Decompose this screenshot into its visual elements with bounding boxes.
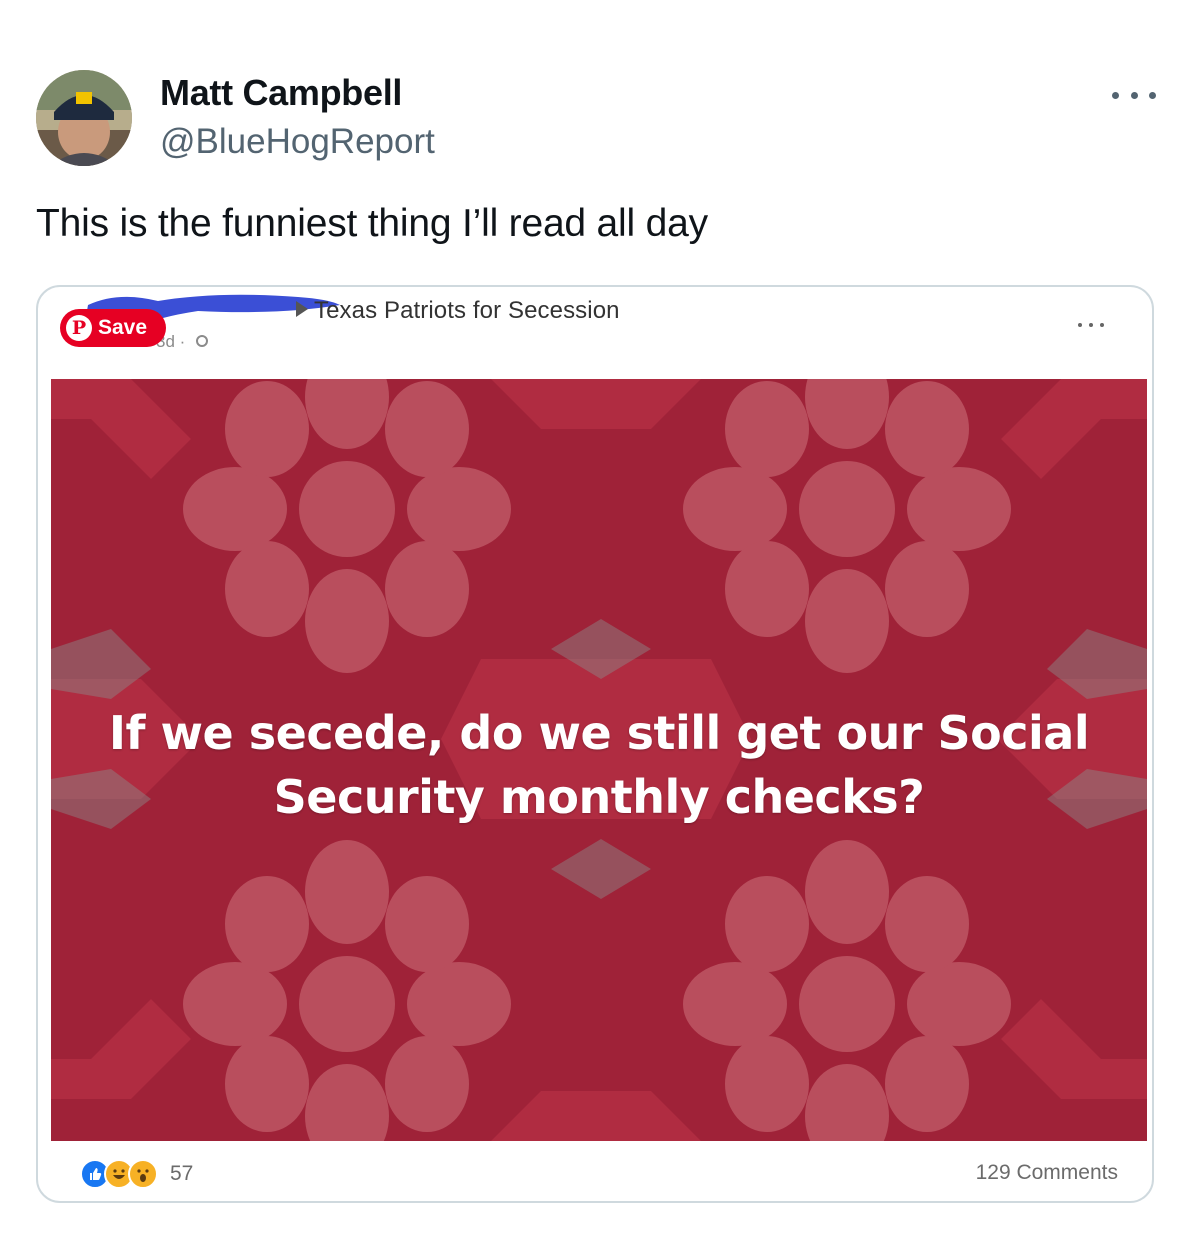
media-card[interactable]: Texas Patriots for Secession 3d · P Save — [36, 285, 1154, 1203]
image-caption-line-1: If we secede, do we still get our Social — [108, 706, 1090, 760]
more-options-button[interactable] — [1112, 80, 1156, 110]
post-image[interactable]: If we secede, do we still get our Social… — [51, 379, 1147, 1141]
image-caption-line-2: Security monthly checks? — [273, 770, 925, 824]
pinterest-icon: P — [66, 315, 92, 341]
author-handle[interactable]: @BlueHogReport — [160, 122, 435, 162]
image-caption: If we secede, do we still get our Social… — [51, 701, 1147, 829]
more-icon-dot — [1100, 323, 1104, 327]
reactions-bar[interactable]: 57 — [80, 1159, 193, 1189]
reaction-count: 57 — [170, 1162, 194, 1185]
avatar[interactable] — [36, 70, 132, 166]
tweet: Matt Campbell @BlueHogReport This is the… — [0, 0, 1194, 1252]
wow-reaction-icon — [128, 1159, 158, 1189]
author-name[interactable]: Matt Campbell — [160, 72, 402, 114]
post-more-button[interactable] — [1078, 321, 1104, 329]
more-icon-dot — [1089, 323, 1093, 327]
more-icon — [1112, 91, 1119, 99]
pinterest-save-button[interactable]: P Save — [60, 309, 166, 347]
arrow-icon — [296, 301, 308, 317]
group-name: Texas Patriots for Secession — [314, 297, 620, 324]
avatar-image — [36, 70, 132, 166]
pinterest-save-label: Save — [98, 316, 148, 339]
more-icon-dot — [1130, 91, 1138, 99]
tweet-text: This is the funniest thing I’ll read all… — [36, 202, 708, 245]
more-icon — [1078, 323, 1082, 327]
more-icon-dot — [1149, 91, 1156, 99]
comments-count[interactable]: 129 Comments — [976, 1161, 1118, 1185]
globe-icon — [196, 335, 208, 347]
